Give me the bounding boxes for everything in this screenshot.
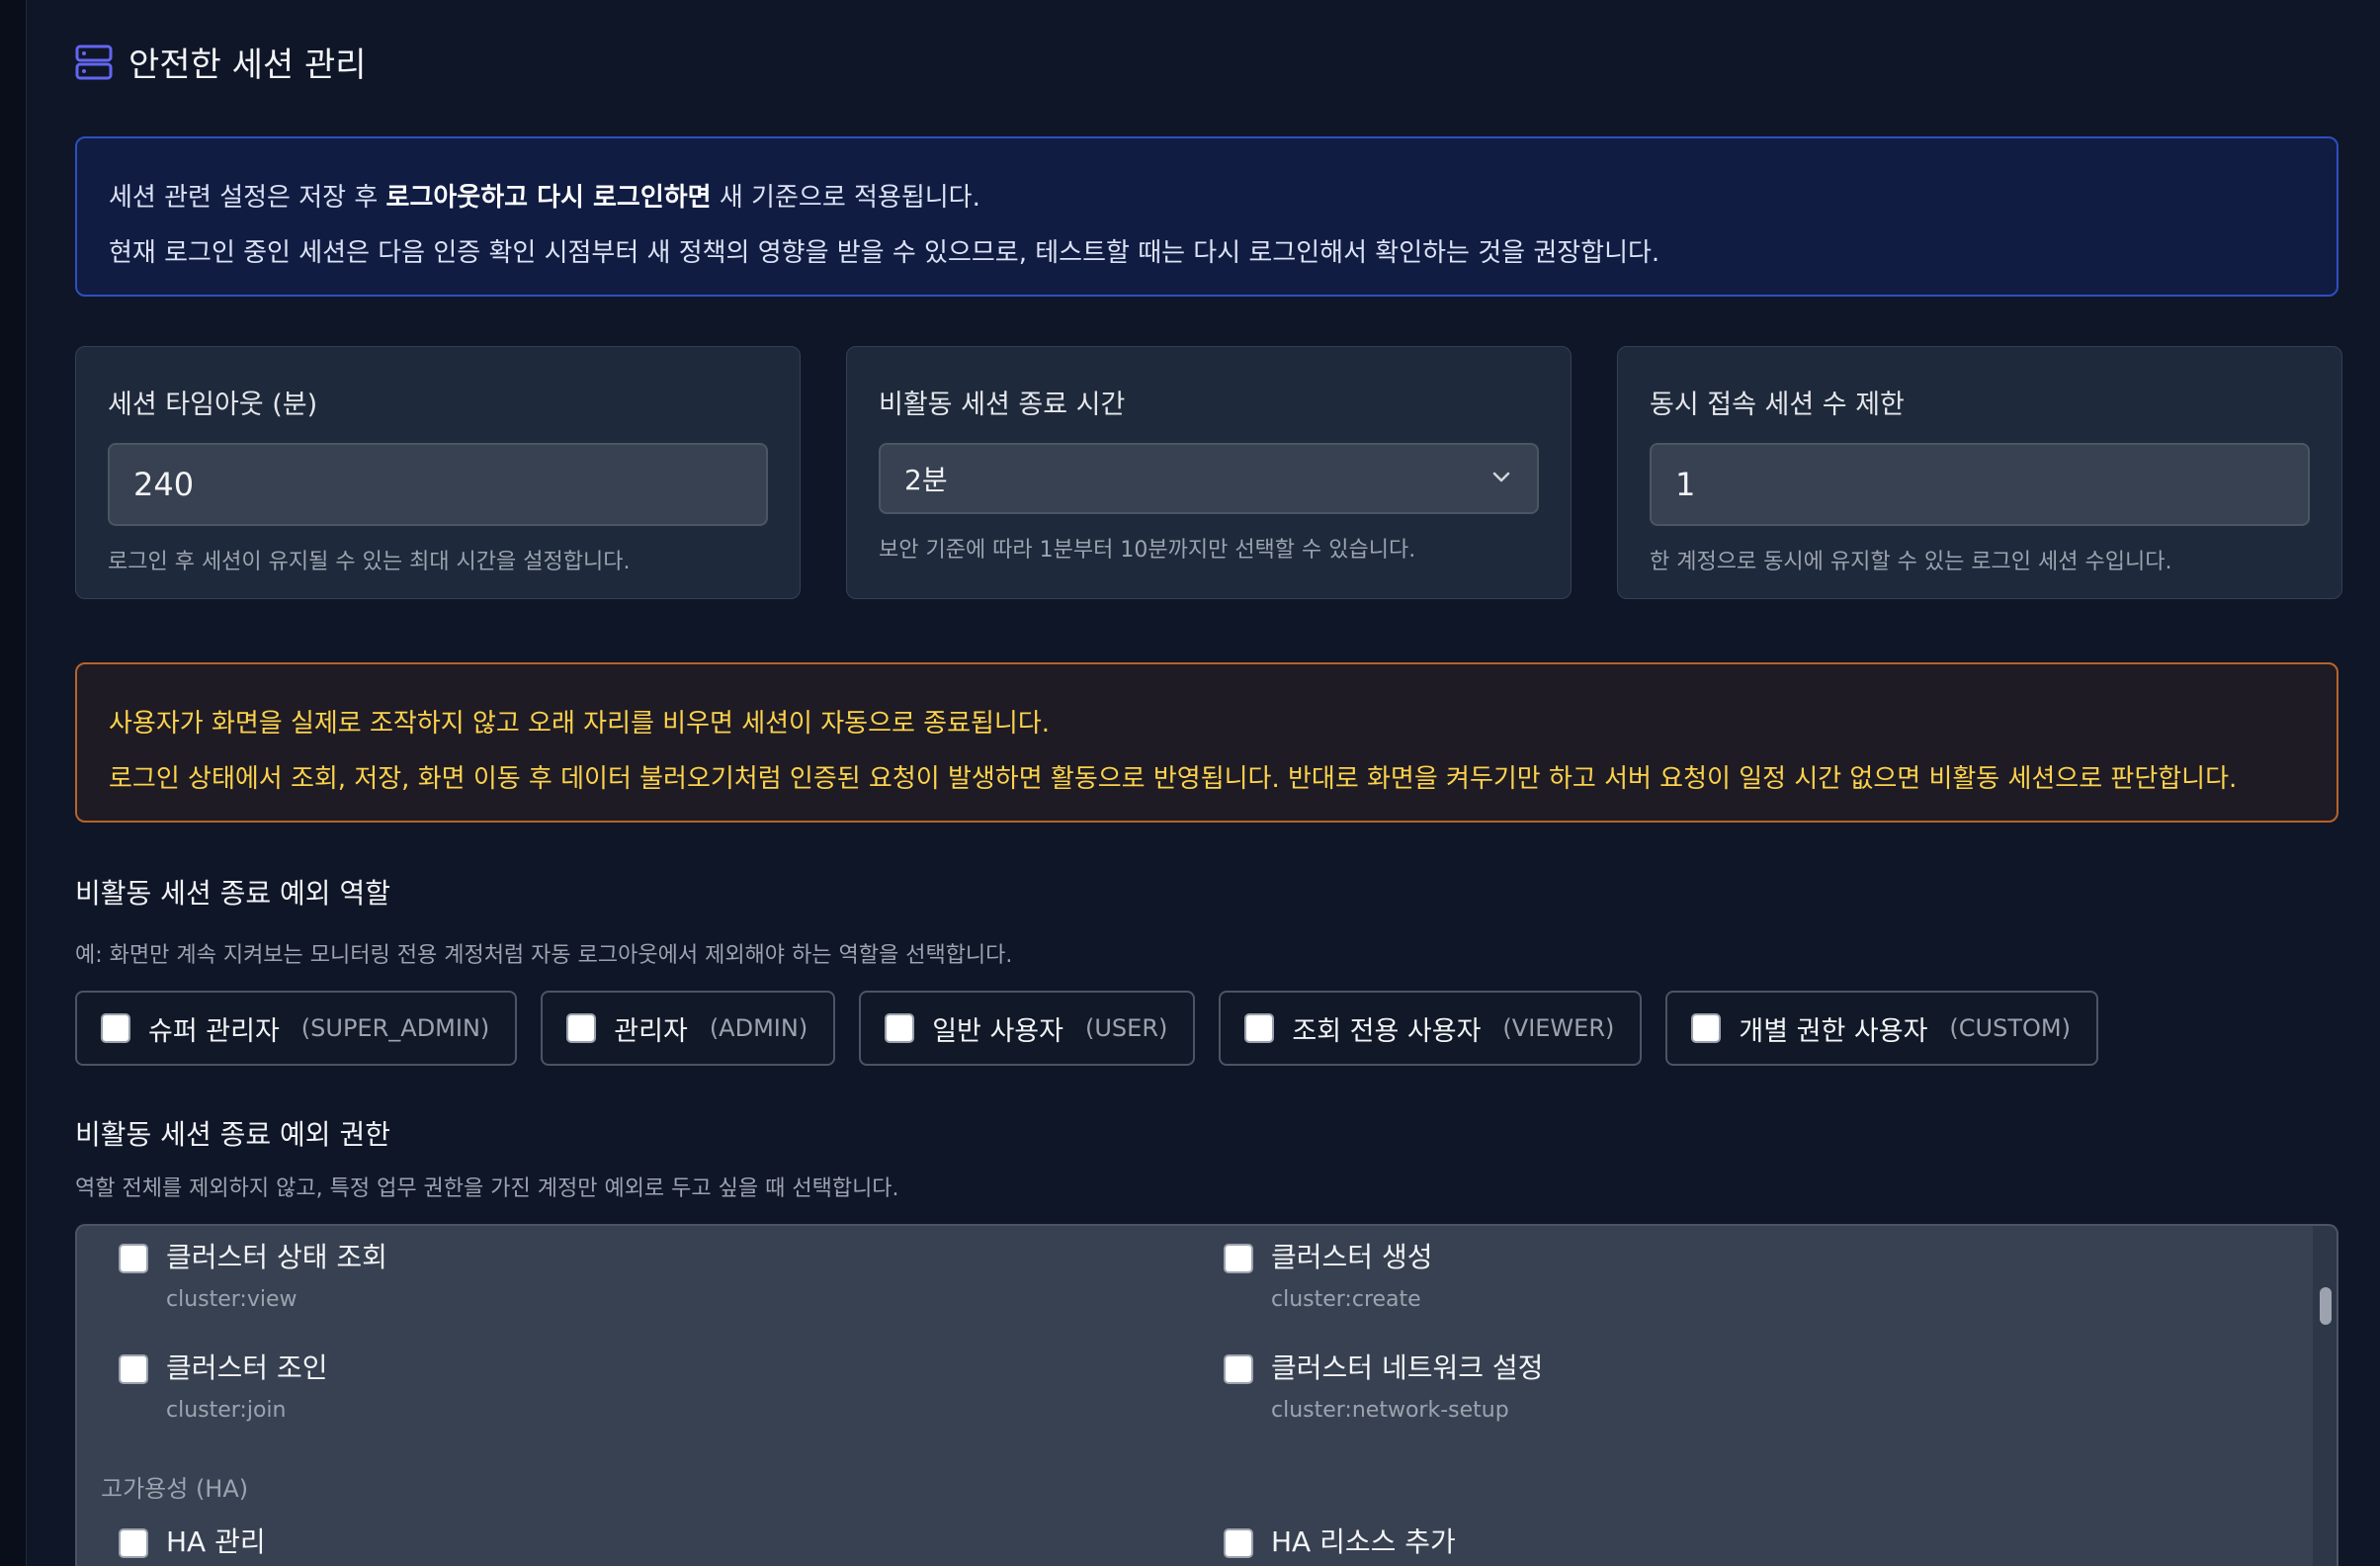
permission-checkbox[interactable] [119, 1244, 148, 1273]
permission-name: 클러스터 조인 [166, 1351, 328, 1384]
concurrent-session-label: 동시 접속 세션 수 제한 [1650, 390, 1905, 420]
exempt-permissions-title: 비활동 세션 종료 예외 권한 [75, 1118, 390, 1151]
role-option-viewer[interactable]: 조회 전용 사용자 (VIEWER) [1219, 991, 1643, 1066]
concurrent-session-card: 동시 접속 세션 수 제한 1 한 계정으로 동시에 유지할 수 있는 로그인 … [1617, 346, 2342, 599]
info-notice: 세션 관련 설정은 저장 후 로그아웃하고 다시 로그인하면 새 기준으로 적용… [75, 136, 2338, 297]
role-checkbox[interactable] [1691, 1013, 1722, 1043]
left-rail [0, 0, 27, 1566]
exempt-roles-help: 예: 화면만 계속 지켜보는 모니터링 전용 계정처럼 자동 로그아웃에서 제외… [75, 943, 1013, 968]
role-code: (USER) [1084, 1014, 1168, 1042]
exempt-permissions-panel[interactable]: 클러스터 상태 조회 cluster:view 클러스터 생성 cluster:… [75, 1224, 2338, 1566]
permission-group-title: 고가용성 (HA) [101, 1475, 249, 1503]
permission-item[interactable]: 클러스터 생성 cluster:create [1224, 1226, 1432, 1312]
role-code: (VIEWER) [1502, 1014, 1615, 1042]
role-checkbox[interactable] [101, 1013, 130, 1043]
role-code: (CUSTOM) [1949, 1014, 2071, 1042]
chevron-down-icon [1489, 463, 1513, 495]
section-title: 안전한 세션 관리 [128, 45, 367, 85]
permission-code: cluster:network-setup [1271, 1398, 1509, 1423]
role-label: 슈퍼 관리자 [148, 1015, 280, 1047]
exempt-roles-title: 비활동 세션 종료 예외 역할 [75, 877, 390, 910]
permission-checkbox[interactable] [119, 1354, 148, 1384]
role-code: (ADMIN) [709, 1014, 808, 1042]
permission-item[interactable]: HA 리소스 추가 [1224, 1511, 1456, 1562]
warning-line-1: 사용자가 화면을 실제로 조작하지 않고 오래 자리를 비우면 세션이 자동으로… [109, 709, 1051, 739]
role-checkbox[interactable] [566, 1013, 597, 1043]
role-checkbox[interactable] [885, 1013, 915, 1043]
permission-name: 클러스터 상태 조회 [166, 1241, 387, 1273]
idle-timeout-card: 비활동 세션 종료 시간 2분 보안 기준에 따라 1분부터 10분까지만 선택… [846, 346, 1572, 599]
info-text: 새 기준으로 적용됩니다. [711, 183, 980, 213]
session-timeout-label: 세션 타임아웃 (분) [108, 390, 318, 420]
permission-name: 클러스터 네트워크 설정 [1271, 1351, 1544, 1384]
role-option-user[interactable]: 일반 사용자 (USER) [859, 991, 1196, 1066]
permission-item[interactable]: 클러스터 조인 cluster:join [119, 1337, 327, 1423]
permission-code: cluster:join [166, 1398, 287, 1423]
permission-item[interactable]: 클러스터 네트워크 설정 cluster:network-setup [1224, 1337, 1543, 1423]
idle-timeout-select[interactable]: 2분 [879, 443, 1539, 514]
permission-code: cluster:create [1271, 1287, 1421, 1312]
section-header: 안전한 세션 관리 [75, 38, 367, 86]
warning-notice: 사용자가 화면을 실제로 조작하지 않고 오래 자리를 비우면 세션이 자동으로… [75, 662, 2338, 823]
role-label: 관리자 [614, 1015, 688, 1047]
info-line-2: 현재 로그인 중인 세션은 다음 인증 확인 시점부터 새 정책의 영향을 받을… [109, 238, 1660, 268]
scrollbar-track[interactable] [2313, 1226, 2337, 1566]
info-text: 세션 관련 설정은 저장 후 [109, 183, 386, 213]
idle-timeout-label: 비활동 세션 종료 시간 [879, 390, 1126, 420]
permission-code: cluster:view [166, 1287, 298, 1312]
permission-checkbox[interactable] [1224, 1244, 1253, 1273]
scrollbar-thumb[interactable] [2320, 1287, 2332, 1325]
permission-item[interactable]: 클러스터 상태 조회 cluster:view [119, 1226, 387, 1312]
info-line-1: 세션 관련 설정은 저장 후 로그아웃하고 다시 로그인하면 새 기준으로 적용… [109, 170, 2305, 225]
role-option-admin[interactable]: 관리자 (ADMIN) [541, 991, 836, 1066]
idle-timeout-selected: 2분 [904, 464, 948, 496]
role-option-super-admin[interactable]: 슈퍼 관리자 (SUPER_ADMIN) [75, 991, 518, 1066]
session-timeout-card: 세션 타임아웃 (분) 240 로그인 후 세션이 유지될 수 있는 최대 시간… [75, 346, 801, 599]
permission-name: 클러스터 생성 [1271, 1241, 1433, 1273]
concurrent-session-input[interactable]: 1 [1650, 443, 2310, 526]
permission-checkbox[interactable] [1224, 1528, 1253, 1558]
server-icon [75, 44, 113, 81]
role-label: 일반 사용자 [932, 1015, 1063, 1047]
session-timeout-help: 로그인 후 세션이 유지될 수 있는 최대 시간을 설정합니다. [108, 550, 631, 574]
role-label: 개별 권한 사용자 [1739, 1015, 1928, 1047]
permission-checkbox[interactable] [1224, 1354, 1253, 1384]
session-timeout-input[interactable]: 240 [108, 443, 768, 526]
permission-name: HA 관리 [166, 1525, 266, 1558]
role-label: 조회 전용 사용자 [1292, 1015, 1482, 1047]
exempt-roles-list: 슈퍼 관리자 (SUPER_ADMIN) 관리자 (ADMIN) 일반 사용자 (US… [75, 991, 2098, 1066]
permission-name: HA 리소스 추가 [1271, 1525, 1456, 1558]
idle-timeout-help: 보안 기준에 따라 1분부터 10분까지만 선택할 수 있습니다. [879, 538, 1416, 563]
role-option-custom[interactable]: 개별 권한 사용자 (CUSTOM) [1665, 991, 2098, 1066]
permission-item[interactable]: HA 관리 [119, 1511, 266, 1562]
role-checkbox[interactable] [1244, 1013, 1275, 1043]
info-bold-text: 로그아웃하고 다시 로그인하면 [385, 183, 712, 213]
role-code: (SUPER_ADMIN) [300, 1014, 490, 1042]
permission-checkbox[interactable] [119, 1528, 148, 1558]
exempt-permissions-help: 역할 전체를 제외하지 않고, 특정 업무 권한을 가진 계정만 예외로 두고 … [75, 1176, 899, 1201]
warning-line-2: 로그인 상태에서 조회, 저장, 화면 이동 후 데이터 불러오기처럼 인증된 … [109, 764, 2238, 794]
concurrent-session-help: 한 계정으로 동시에 유지할 수 있는 로그인 세션 수입니다. [1650, 550, 2172, 574]
